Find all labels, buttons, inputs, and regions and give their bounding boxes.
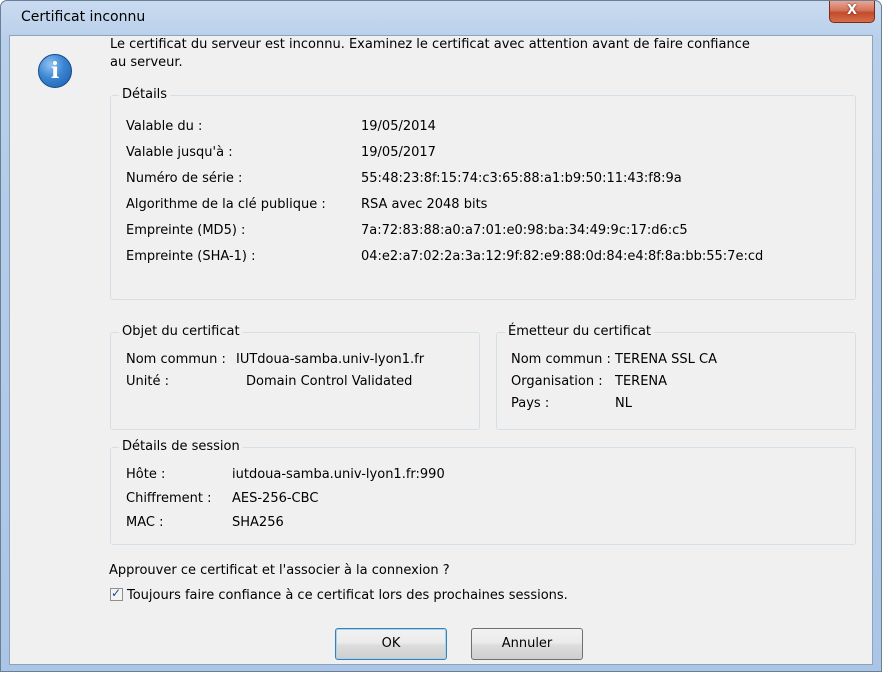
session-value: iutdoua-samba.univ-lyon1.fr:990 <box>232 467 445 482</box>
session-label: Hôte : <box>126 467 166 482</box>
detail-label: Numéro de série : <box>126 171 243 186</box>
detail-label: Valable jusqu'à : <box>126 145 233 160</box>
session-label: Chiffrement : <box>126 491 212 506</box>
info-icon: i <box>38 54 72 88</box>
detail-value: 19/05/2014 <box>361 119 436 134</box>
trust-checkbox[interactable]: ✓ <box>110 586 123 601</box>
certificate-warning-message: Le certificat du serveur est inconnu. Ex… <box>110 37 750 70</box>
session-group: Détails de session Hôte : iutdoua-samba.… <box>110 438 856 545</box>
detail-value: 04:e2:a7:02:2a:3a:12:9f:82:e9:88:0d:84:e… <box>361 249 764 264</box>
detail-value: RSA avec 2048 bits <box>361 197 488 212</box>
issuer-value: NL <box>615 396 632 411</box>
issuer-label: Pays : <box>511 396 550 411</box>
close-button[interactable]: X <box>829 1 875 23</box>
detail-value: 7a:72:83:88:a0:a7:01:e0:98:ba:34:49:9c:1… <box>361 223 688 238</box>
detail-label: Empreinte (SHA-1) : <box>126 249 256 264</box>
detail-label: Empreinte (MD5) : <box>126 223 246 238</box>
detail-value: 19/05/2017 <box>361 145 436 160</box>
session-group-title: Détails de session <box>119 438 243 456</box>
approve-question: Approuver ce certificat et l'associer à … <box>109 563 450 578</box>
trust-checkbox-label[interactable]: Toujours faire confiance à ce certificat… <box>127 587 568 605</box>
title-bar[interactable]: Certificat inconnu X <box>1 1 881 35</box>
issuer-label: Nom commun : <box>511 352 611 367</box>
session-value: SHA256 <box>232 515 284 530</box>
detail-label: Valable du : <box>126 119 203 134</box>
subject-value: IUTdoua-samba.univ-lyon1.fr <box>236 352 425 367</box>
window-title: Certificat inconnu <box>21 9 146 25</box>
subject-value: Domain Control Validated <box>246 374 413 389</box>
subject-group: Objet du certificat Nom commun : IUTdoua… <box>110 323 480 430</box>
issuer-group: Émetteur du certificat Nom commun : TERE… <box>496 323 856 430</box>
issuer-value: TERENA SSL CA <box>615 352 718 367</box>
ok-button[interactable]: OK <box>335 628 447 660</box>
session-value: AES-256-CBC <box>232 491 319 506</box>
checkmark-icon: ✓ <box>111 586 122 600</box>
details-group: Détails Valable du : 19/05/2014 Valable … <box>110 86 856 300</box>
issuer-group-title: Émetteur du certificat <box>505 323 655 341</box>
cancel-button[interactable]: Annuler <box>471 628 583 660</box>
detail-value: 55:48:23:8f:15:74:c3:65:88:a1:b9:50:11:4… <box>361 171 682 186</box>
session-label: MAC : <box>126 515 164 530</box>
subject-label: Nom commun : <box>126 352 226 367</box>
detail-label: Algorithme de la clé publique : <box>126 197 326 212</box>
details-group-title: Détails <box>119 86 171 104</box>
issuer-label: Organisation : <box>511 374 603 389</box>
issuer-value: TERENA <box>615 374 668 389</box>
subject-group-title: Objet du certificat <box>119 323 243 341</box>
dialog-window: Certificat inconnu X i Le certificat du … <box>0 0 882 672</box>
subject-label: Unité : <box>126 374 169 389</box>
